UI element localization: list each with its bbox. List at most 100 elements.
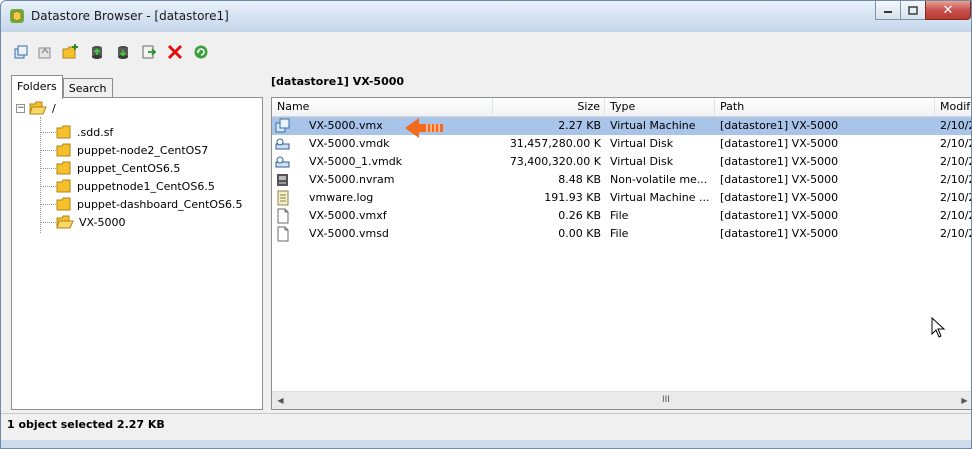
file-path: [datastore1] VX-5000 [720,137,839,150]
collapse-expander-icon[interactable]: − [16,104,25,113]
vm-icon [275,118,290,133]
close-button[interactable]: ✕ [925,1,971,20]
file-type: Virtual Machine [610,119,696,132]
file-path: [datastore1] VX-5000 [720,191,839,204]
tree-node-folder[interactable]: .sdd.sf [56,123,113,141]
file-path: [datastore1] VX-5000 [720,155,839,168]
file-name: VX-5000.vmsd [309,227,389,240]
close-icon: ✕ [942,2,954,18]
upload-from-datastore-button[interactable] [35,42,55,62]
file-type: File [610,227,629,240]
tree-node-label: VX-5000 [79,215,126,229]
file-icon [277,208,289,224]
file-type: Virtual Disk [610,155,674,168]
table-row[interactable]: VX-5000.vmdk 31,457,280.00 K Virtual Dis… [272,135,972,153]
file-size: 31,457,280.00 K [509,137,601,150]
folder-open-icon [56,215,74,229]
file-name: VX-5000.vmxf [309,209,387,222]
column-header-path[interactable]: Path [715,98,935,116]
file-modified: 2/10/2 [940,227,972,240]
title-bar[interactable]: Datastore Browser - [datastore1] ✕ [1,1,971,31]
datastore-browse-icon [14,45,28,59]
folders-panel: Folders Search − / .sdd.sf puppet-node2_… [11,75,263,410]
add-to-inventory-button[interactable] [139,42,159,62]
table-row[interactable]: vmware.log 191.93 KB Virtual Machine ...… [272,189,972,207]
file-name: vmware.log [309,191,374,204]
refresh-icon [194,45,208,59]
column-header-type[interactable]: Type [605,98,715,116]
file-list: Name Size Type Path Modif VX-5000.vmx 2.… [271,97,972,410]
file-type: Non-volatile me... [610,173,708,186]
nvram-icon [277,174,288,186]
tree-node-folder-selected[interactable]: VX-5000 [56,213,126,231]
file-size: 2.27 KB [558,119,601,132]
file-modified: 2/10/2 [940,191,972,204]
tree-node-label: / [52,101,56,115]
folder-icon [56,179,71,193]
file-type: File [610,209,629,222]
horizontal-scrollbar[interactable]: ◀ III ▶ [272,391,971,409]
file-modified: 2/10/2 [940,137,972,150]
upload-file-icon [92,46,102,59]
download-files-button[interactable] [113,42,133,62]
scroll-thumb-grip[interactable]: III [662,395,670,405]
tab-folders[interactable]: Folders [11,75,63,99]
table-row[interactable]: VX-5000.vmx 2.27 KB Virtual Machine [dat… [272,117,971,135]
file-path: [datastore1] VX-5000 [720,173,839,186]
file-modified: 2/10/2 [940,209,972,222]
panel-tabs: Folders Search [11,75,113,99]
table-row[interactable]: VX-5000.vmxf 0.26 KB File [datastore1] V… [272,207,972,225]
column-header-size[interactable]: Size [493,98,605,116]
window-title: Datastore Browser - [datastore1] [31,9,229,23]
minimize-icon [884,11,892,13]
toolbar [1,31,971,73]
scroll-left-icon[interactable]: ◀ [272,392,289,409]
file-type: Virtual Disk [610,137,674,150]
file-name: VX-5000.nvram [309,173,395,186]
file-modified: 2/10/2 [940,173,972,186]
file-name: VX-5000.vmdk [309,137,390,150]
tab-search[interactable]: Search [62,78,113,99]
maximize-button[interactable] [900,1,926,20]
tree-node-folder[interactable]: puppetnode1_CentOS6.5 [56,177,215,195]
status-bar: 1 object selected 2.27 KB [1,413,971,435]
file-name: VX-5000_1.vmdk [309,155,403,168]
file-name: VX-5000.vmx [309,119,383,132]
folder-open-icon [29,101,47,115]
file-size: 8.48 KB [558,173,601,186]
folder-icon [56,161,71,175]
browse-datastore-button[interactable] [11,42,31,62]
file-size: 0.00 KB [558,227,601,240]
download-file-icon [118,46,128,59]
main-content: Folders Search − / .sdd.sf puppet-node2_… [1,71,971,440]
tree-node-folder[interactable]: puppet-dashboard_CentOS6.5 [56,195,243,213]
folder-icon [56,125,71,139]
minimize-button[interactable] [875,1,901,20]
tree-node-label: puppet-dashboard_CentOS6.5 [77,197,243,211]
file-list-header: Name Size Type Path Modif [272,98,971,117]
virtual-disk-icon [275,138,290,150]
file-path: [datastore1] VX-5000 [720,227,839,240]
delete-button[interactable] [165,42,185,62]
tree-node-folder[interactable]: puppet-node2_CentOS7 [56,141,208,159]
tree-node-root[interactable]: / [29,99,56,117]
column-header-modified[interactable]: Modif [935,98,971,116]
tree-node-folder[interactable]: puppet_CentOS6.5 [56,159,180,177]
refresh-button[interactable] [191,42,211,62]
log-file-icon [277,190,289,206]
column-header-name[interactable]: Name [272,98,493,116]
tree-node-label: .sdd.sf [77,125,114,139]
delete-x-icon [167,44,183,60]
scroll-right-icon[interactable]: ▶ [956,392,971,409]
table-row[interactable]: VX-5000.vmsd 0.00 KB File [datastore1] V… [272,225,972,243]
table-row[interactable]: VX-5000.nvram 8.48 KB Non-volatile me...… [272,171,972,189]
file-type: Virtual Machine ... [610,191,710,204]
file-size: 0.26 KB [558,209,601,222]
mouse-cursor-icon [931,317,946,338]
register-vm-icon [142,45,157,59]
file-path: [datastore1] VX-5000 [720,209,839,222]
upload-files-button[interactable] [87,42,107,62]
table-row[interactable]: VX-5000_1.vmdk 73,400,320.00 K Virtual D… [272,153,971,171]
tree-node-label: puppet_CentOS6.5 [77,161,181,175]
new-folder-button[interactable] [61,42,81,62]
